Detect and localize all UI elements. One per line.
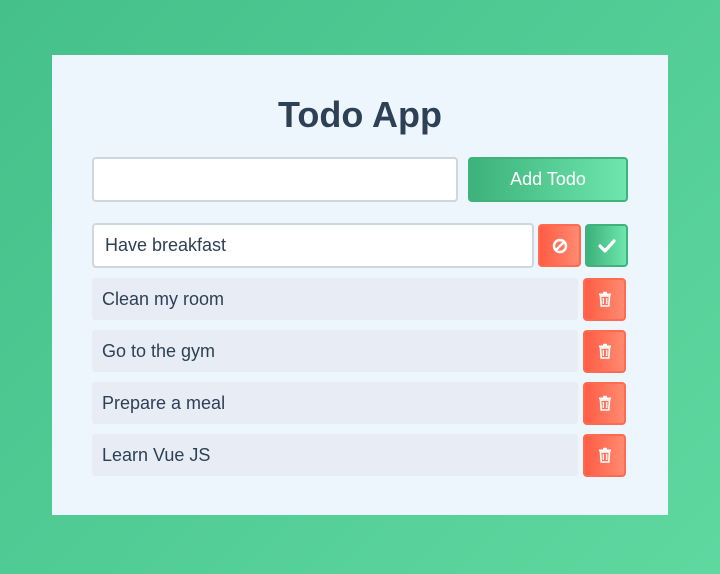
trash-icon — [598, 343, 612, 359]
delete-todo-button[interactable] — [583, 329, 626, 373]
delete-todo-button[interactable] — [583, 277, 626, 321]
todo-item-text[interactable]: Go to the gym — [92, 330, 578, 372]
delete-todo-button[interactable] — [583, 433, 626, 477]
edit-todo-input[interactable] — [92, 223, 534, 268]
delete-todo-button[interactable] — [583, 381, 626, 425]
cancel-icon — [552, 238, 568, 254]
todo-item-text[interactable]: Learn Vue JS — [92, 434, 578, 476]
trash-icon — [598, 395, 612, 411]
add-todo-button[interactable]: Add Todo — [468, 157, 628, 202]
trash-icon — [598, 447, 612, 463]
add-todo-form: Add Todo — [92, 157, 628, 202]
cancel-edit-button[interactable] — [538, 224, 581, 267]
new-todo-input[interactable] — [92, 157, 458, 202]
confirm-edit-button[interactable] — [585, 224, 628, 267]
todo-item: Go to the gym — [92, 329, 628, 373]
todo-item: Learn Vue JS — [92, 433, 628, 477]
page-title: Todo App — [278, 94, 442, 135]
trash-icon — [598, 291, 612, 307]
todo-item-text[interactable]: Clean my room — [92, 278, 578, 320]
todo-list: Clean my room Go to the gym — [92, 223, 628, 477]
todo-card: Todo App Add Todo Have breakfast Clean m… — [52, 55, 668, 515]
todo-item: Prepare a meal — [92, 381, 628, 425]
check-icon — [597, 238, 616, 253]
todo-item-text[interactable]: Prepare a meal — [92, 382, 578, 424]
todo-item: Clean my room — [92, 277, 628, 321]
todo-edit-row — [92, 223, 628, 268]
